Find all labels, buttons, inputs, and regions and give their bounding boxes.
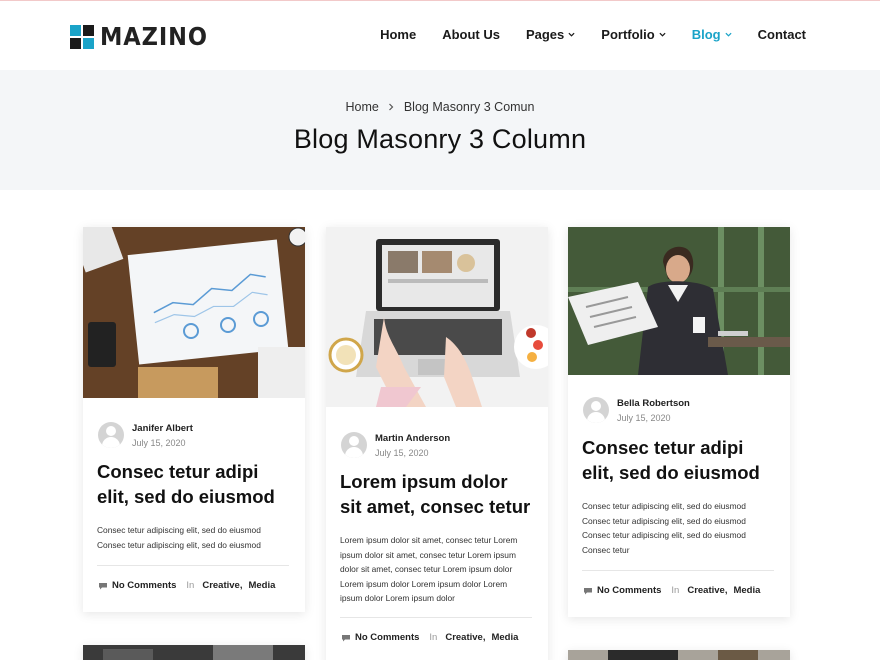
post-card: Martin Anderson July 15, 2020 Lorem ipsu…	[326, 227, 548, 660]
post-date: July 15, 2020	[375, 447, 429, 458]
author-name[interactable]: Bella Robertson	[617, 398, 690, 409]
nav-item-blog[interactable]: Blog	[692, 27, 732, 42]
nav-item-portfolio[interactable]: Portfolio	[601, 27, 666, 42]
breadcrumb-current: Blog Masonry 3 Comun	[403, 100, 535, 114]
post-card	[83, 645, 305, 660]
chevron-down-icon	[725, 32, 732, 37]
category-link[interactable]: Media	[491, 632, 518, 643]
author-name[interactable]: Martin Anderson	[375, 433, 450, 444]
divider	[582, 570, 774, 571]
page-title: Blog Masonry 3 Column	[293, 124, 587, 154]
comment-icon	[342, 634, 350, 641]
site-logo[interactable]: MAZINO	[70, 22, 220, 51]
brand-name: MAZINO	[100, 22, 208, 51]
nav-item-pages[interactable]: Pages	[526, 27, 575, 42]
nav-label: About Us	[442, 27, 500, 42]
author-name[interactable]: Janifer Albert	[132, 423, 193, 434]
category-link[interactable]: Media	[733, 585, 760, 596]
divider	[340, 617, 532, 618]
post-card: Bella Robertson July 15, 2020 Consec tet…	[568, 227, 790, 617]
breadcrumb-home[interactable]: Home	[346, 100, 379, 114]
avatar	[341, 432, 367, 458]
post-date: July 15, 2020	[617, 412, 671, 423]
chevron-down-icon	[659, 32, 666, 37]
post-image-man-reading-newspaper[interactable]	[568, 227, 790, 375]
post-author: Bella Robertson July 15, 2020	[583, 397, 690, 423]
chevron-down-icon	[568, 32, 575, 37]
avatar	[583, 397, 609, 423]
chevron-right-icon	[388, 100, 394, 114]
site-header: MAZINO Home About Us Pages Portfolio Blo…	[0, 0, 880, 70]
post-excerpt: Lorem ipsum dolor sit amet, consec tetur…	[340, 535, 518, 603]
post-image-workspace[interactable]	[568, 650, 790, 660]
category-link[interactable]: Creative,	[445, 632, 485, 643]
post-date: July 15, 2020	[132, 437, 186, 448]
breadcrumb: Home Blog Masonry 3 Comun	[0, 100, 880, 114]
in-label: In	[186, 580, 195, 591]
category-link[interactable]: Creative,	[687, 585, 727, 596]
nav-label: Contact	[757, 27, 806, 42]
comments-link[interactable]: No Comments	[355, 632, 419, 643]
divider	[97, 565, 289, 566]
post-author: Janifer Albert July 15, 2020	[98, 422, 193, 448]
in-label: In	[429, 632, 438, 643]
post-image-office[interactable]	[83, 645, 305, 660]
post-title[interactable]: Consec tetur adipi elit, sed do eiusmod	[582, 435, 782, 485]
post-meta: No Comments In Creative, Media	[98, 580, 275, 591]
avatar	[98, 422, 124, 448]
post-meta: No Comments In Creative, Media	[341, 632, 518, 643]
category-link[interactable]: Media	[248, 580, 275, 591]
post-author: Martin Anderson July 15, 2020	[341, 432, 450, 458]
comment-icon	[99, 582, 107, 589]
nav-label: Blog	[691, 27, 721, 42]
nav-item-home[interactable]: Home	[380, 27, 416, 42]
comments-link[interactable]: No Comments	[597, 585, 661, 596]
post-excerpt: Consec tetur adipiscing elit, sed do eiu…	[97, 525, 261, 550]
post-meta: No Comments In Creative, Media	[583, 585, 760, 596]
post-card	[568, 650, 790, 660]
post-title[interactable]: Lorem ipsum dolor sit amet, consec tetur	[340, 469, 545, 519]
in-label: In	[671, 585, 680, 596]
nav-label: Pages	[525, 27, 565, 42]
post-title[interactable]: Consec tetur adipi elit, sed do eiusmod	[97, 459, 297, 509]
category-link[interactable]: Creative,	[202, 580, 242, 591]
nav-label: Portfolio	[601, 27, 655, 42]
post-image-laptop[interactable]	[326, 227, 548, 407]
post-image-analytics-desk[interactable]	[83, 227, 305, 398]
comments-link[interactable]: No Comments	[112, 580, 176, 591]
logo-mark-icon	[70, 24, 94, 49]
comment-icon	[584, 587, 592, 594]
post-excerpt: Consec tetur adipiscing elit, sed do eiu…	[582, 501, 746, 555]
post-card: Janifer Albert July 15, 2020 Consec tetu…	[83, 227, 305, 612]
page-header: Home Blog Masonry 3 Comun Blog Masonry 3…	[0, 70, 880, 190]
nav-label: Home	[380, 27, 417, 42]
nav-item-about[interactable]: About Us	[442, 27, 500, 42]
nav-item-contact[interactable]: Contact	[758, 27, 806, 42]
main-nav: Home About Us Pages Portfolio Blog Conta…	[380, 27, 806, 42]
